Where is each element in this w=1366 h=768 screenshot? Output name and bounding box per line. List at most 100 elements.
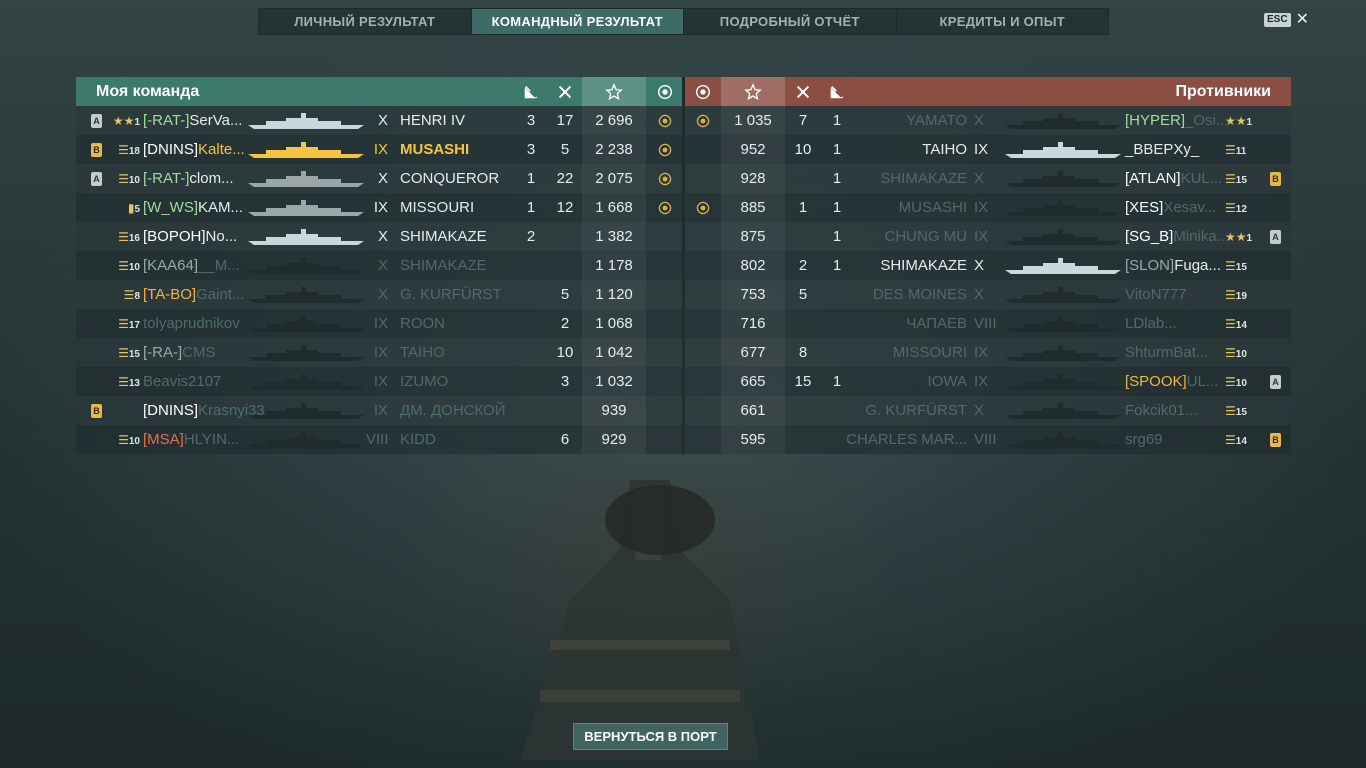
player-name[interactable]: LDlab... bbox=[1125, 309, 1235, 338]
player-row[interactable]: ☰10 [MSA]HLYIN... VIII KIDD 6 929 bbox=[76, 425, 682, 454]
player-name[interactable]: [KAA64]__M... bbox=[143, 251, 253, 280]
ship-name: KIDD bbox=[400, 431, 436, 448]
tab-detailed-report[interactable]: ПОДРОБНЫЙ ОТЧЁТ bbox=[684, 9, 897, 34]
rank-display: ☰13 bbox=[108, 367, 140, 396]
player-name[interactable]: [W_WS]KAM... bbox=[143, 193, 253, 222]
close-icon[interactable]: ✕ bbox=[1296, 12, 1309, 28]
player-row[interactable]: 665 15 1 IOWA IX [SPOOK]UL... ☰10 A bbox=[685, 367, 1291, 396]
player-nick: Gaint... bbox=[196, 286, 245, 303]
player-name[interactable]: Beavis2107 bbox=[143, 367, 253, 396]
player-name[interactable]: tolyaprudnikov bbox=[143, 309, 253, 338]
player-row[interactable]: 885 1 1 MUSASHI IX [XES]Xesav... ☰12 bbox=[685, 193, 1291, 222]
ship-silhouette bbox=[246, 168, 366, 188]
tab-credits-xp[interactable]: КРЕДИТЫ И ОПЫТ bbox=[897, 9, 1109, 34]
player-nick: No... bbox=[205, 228, 238, 245]
ship-tier: X bbox=[974, 402, 985, 419]
player-name[interactable]: [SLON]Fuga... bbox=[1125, 251, 1235, 280]
player-name[interactable]: [SPOOK]UL... bbox=[1125, 367, 1235, 396]
kills-count: 1 bbox=[526, 170, 536, 187]
planes-count: 17 bbox=[556, 112, 574, 129]
player-row[interactable]: 952 10 1 TAIHO IX _BBEPXy_ ☰11 bbox=[685, 135, 1291, 164]
player-row[interactable]: 875 1 CHUNG MU IX [SG_B]Minika... ★★1 A bbox=[685, 222, 1291, 251]
ship-name: IZUMO bbox=[400, 373, 449, 390]
player-row[interactable]: 661 G. KURFÜRST X Fokcik01... ☰15 bbox=[685, 396, 1291, 425]
player-name[interactable]: _BBEPXy_ bbox=[1125, 135, 1235, 164]
player-name[interactable]: [-RA-]CMS bbox=[143, 338, 253, 367]
player-row[interactable]: ☰8 [TA-BO]Gaint... X G. KURFÜRST 5 1 120 bbox=[76, 280, 682, 309]
player-row[interactable]: ☰15 [-RA-]CMS IX TAIHO 10 1 042 bbox=[76, 338, 682, 367]
player-name[interactable]: Fokcik01... bbox=[1125, 396, 1235, 425]
rank-chevron-icon: ☰ bbox=[1225, 143, 1236, 157]
player-name[interactable]: [DNINS]Krasnyi33 bbox=[143, 396, 265, 425]
ship-silhouette bbox=[246, 342, 366, 362]
ship-silhouette bbox=[1003, 226, 1123, 246]
player-row[interactable]: B ☰18 [DNINS]Kalte... IX MUSASHI 3 5 2 238 bbox=[76, 135, 682, 164]
player-row[interactable]: A ☰10 [-RAT-]clom... X CONQUEROR 1 22 2 075 bbox=[76, 164, 682, 193]
ship-silhouette-icon bbox=[1005, 258, 1121, 274]
player-name[interactable]: [-RAT-]SerVa... bbox=[143, 106, 253, 135]
rank-number: 15 bbox=[1235, 175, 1247, 186]
rank-number: 1 bbox=[1246, 117, 1253, 128]
ship-silhouette-icon bbox=[1005, 113, 1121, 129]
ship-tier: VIII bbox=[974, 431, 997, 448]
player-row[interactable]: B [DNINS]Krasnyi33 IX ДМ. ДОНСКОЙ 939 bbox=[76, 396, 682, 425]
player-row[interactable]: ☰10 [KAA64]__M... X SHIMAKAZE 1 178 bbox=[76, 251, 682, 280]
player-row[interactable]: A ★★1 [-RAT-]SerVa... X HENRI IV 3 17 2 696 bbox=[76, 106, 682, 135]
ship-tier: IX bbox=[373, 315, 388, 332]
ship-silhouette bbox=[246, 400, 366, 420]
planes-count bbox=[788, 222, 818, 251]
division-badge-label: A bbox=[1270, 230, 1281, 245]
player-name[interactable]: ShturmBat... bbox=[1125, 338, 1235, 367]
player-name[interactable]: [XES]Xesav... bbox=[1125, 193, 1235, 222]
rank-display: ☰10 bbox=[108, 164, 140, 193]
player-name[interactable]: [MSA]HLYIN... bbox=[143, 425, 253, 454]
player-name[interactable]: [-RAT-]clom... bbox=[143, 164, 253, 193]
return-to-port-button[interactable]: ВЕРНУТЬСЯ В ПОРТ bbox=[573, 723, 728, 750]
rank-display: ☰19 bbox=[1225, 280, 1261, 309]
player-name[interactable]: [HYPER]_Osi... bbox=[1125, 106, 1235, 135]
rank-number: 10 bbox=[128, 262, 140, 273]
ship-silhouette-icon bbox=[248, 113, 364, 129]
ship-silhouette bbox=[246, 284, 366, 304]
rank-chevron-icon: ☰ bbox=[118, 143, 129, 157]
player-name[interactable]: [ATLAN]KUL... bbox=[1125, 164, 1235, 193]
player-name[interactable]: [SG_B]Minika... bbox=[1125, 222, 1235, 251]
rank-display: ☰10 bbox=[1225, 367, 1261, 396]
player-row[interactable]: ☰16 [BOPOH]No... X SHIMAKAZE 2 1 382 bbox=[76, 222, 682, 251]
ship-silhouette-icon bbox=[1005, 432, 1121, 448]
my-team-rows: A ★★1 [-RAT-]SerVa... X HENRI IV 3 17 2 696 B ☰18… bbox=[76, 106, 682, 454]
planes-column-icon bbox=[550, 77, 580, 106]
medal-cell bbox=[648, 106, 682, 135]
ship-name: SHIMAKAZE bbox=[880, 257, 967, 274]
player-name[interactable]: [BOPOH]No... bbox=[143, 222, 253, 251]
tab-personal-result[interactable]: ЛИЧНЫЙ РЕЗУЛЬТАТ bbox=[259, 9, 472, 34]
player-row[interactable]: 716 ЧАПАЕВ VIII LDlab... ☰14 bbox=[685, 309, 1291, 338]
player-row[interactable]: 802 2 1 SHIMAKAZE X [SLON]Fuga... ☰15 bbox=[685, 251, 1291, 280]
player-name[interactable]: VitoN777 bbox=[1125, 280, 1235, 309]
player-name[interactable]: [DNINS]Kalte... bbox=[143, 135, 253, 164]
player-row[interactable]: 1 035 7 1 YAMATO X [HYPER]_Osi... ★★1 bbox=[685, 106, 1291, 135]
rank-chevron-icon: ☰ bbox=[118, 433, 129, 447]
rank-display: ★★1 bbox=[108, 106, 140, 135]
xp-value: 1 032 bbox=[595, 373, 633, 390]
enemy-team-title: Противники bbox=[1175, 82, 1272, 100]
tab-team-result[interactable]: КОМАНДНЫЙ РЕЗУЛЬТАТ bbox=[471, 9, 684, 34]
player-row[interactable]: ▮5 [W_WS]KAM... IX MISSOURI 1 12 1 668 bbox=[76, 193, 682, 222]
player-row[interactable]: 928 1 SHIMAKAZE X [ATLAN]KUL... ☰15 B bbox=[685, 164, 1291, 193]
rank-display: ☰15 bbox=[108, 338, 140, 367]
planes-count: 8 bbox=[798, 344, 808, 361]
my-team-title: Моя команда bbox=[96, 82, 200, 100]
ship-name: MUSASHI bbox=[898, 199, 967, 216]
player-row[interactable]: 595 CHARLES MAR... VIII srg69 ☰14 B bbox=[685, 425, 1291, 454]
player-name[interactable]: srg69 bbox=[1125, 425, 1235, 454]
player-row[interactable]: 753 5 DES MOINES X VitoN777 ☰19 bbox=[685, 280, 1291, 309]
division-badge-label: B bbox=[1270, 433, 1281, 448]
player-row[interactable]: 677 8 MISSOURI IX ShturmBat... ☰10 bbox=[685, 338, 1291, 367]
rank-chevron-icon: ☰ bbox=[118, 230, 129, 244]
xp-value: 939 bbox=[601, 402, 627, 419]
player-name[interactable]: [TA-BO]Gaint... bbox=[143, 280, 253, 309]
player-row[interactable]: ☰13 Beavis2107 IX IZUMO 3 1 032 bbox=[76, 367, 682, 396]
player-row[interactable]: ☰17 tolyaprudnikov IX ROON 2 1 068 bbox=[76, 309, 682, 338]
close-control[interactable]: ESC ✕ bbox=[1264, 12, 1309, 28]
rank-stars-icon: ★★ bbox=[1225, 230, 1247, 244]
